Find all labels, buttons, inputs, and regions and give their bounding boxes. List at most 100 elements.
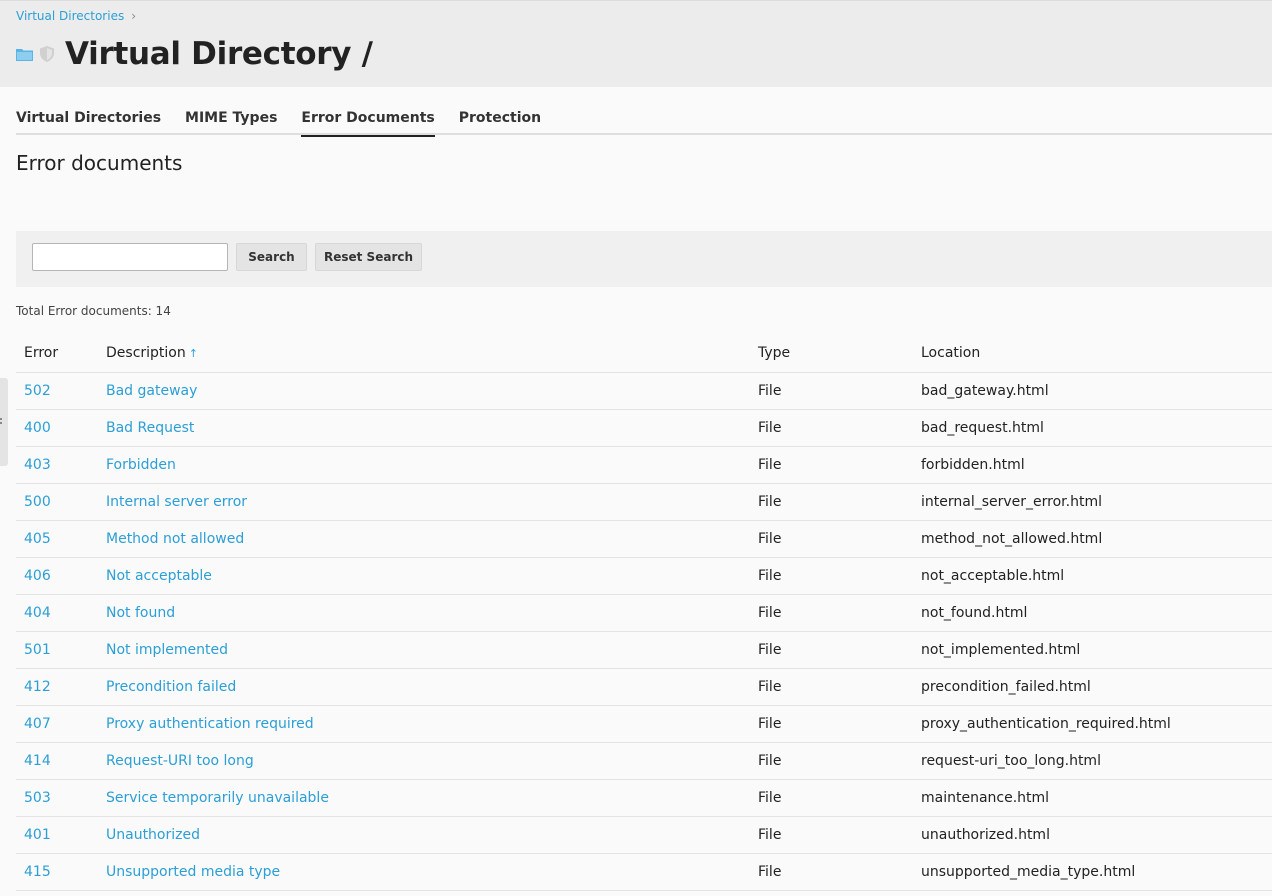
tab-virtual-directories[interactable]: Virtual Directories: [16, 103, 161, 135]
table-row: 400 Bad Request File bad_request.html: [16, 409, 1272, 447]
description-link[interactable]: Not implemented: [98, 631, 750, 669]
location-cell: not_found.html: [913, 594, 1272, 632]
page-header: Virtual Directories › Virtual Directory …: [0, 0, 1272, 87]
type-cell: File: [750, 631, 913, 669]
description-link[interactable]: Service temporarily unavailable: [98, 779, 750, 817]
description-link[interactable]: Internal server error: [98, 483, 750, 521]
search-input[interactable]: [32, 243, 228, 271]
location-cell: unsupported_media_type.html: [913, 853, 1272, 891]
error-code-link[interactable]: 501: [16, 631, 98, 669]
type-cell: File: [750, 520, 913, 558]
table-row: 415 Unsupported media type File unsupported…: [16, 853, 1272, 891]
location-cell: precondition_failed.html: [913, 668, 1272, 706]
table-row: 501 Not implemented File not_implemented.ht…: [16, 631, 1272, 669]
table-row: 403 Forbidden File forbidden.html: [16, 446, 1272, 484]
location-cell: forbidden.html: [913, 446, 1272, 484]
column-header-error[interactable]: Error: [16, 335, 98, 373]
tab-error-documents[interactable]: Error Documents: [301, 103, 435, 137]
search-button[interactable]: Search: [236, 243, 307, 271]
search-toolbar: Search Reset Search: [16, 231, 1272, 287]
location-cell: not_implemented.html: [913, 631, 1272, 669]
type-cell: File: [750, 372, 913, 410]
type-cell: File: [750, 816, 913, 854]
type-cell: File: [750, 779, 913, 817]
error-code-link[interactable]: 500: [16, 483, 98, 521]
error-code-link[interactable]: 415: [16, 853, 98, 891]
error-code-link[interactable]: 403: [16, 446, 98, 484]
table-row: 502 Bad gateway File bad_gateway.html: [16, 372, 1272, 410]
table-row: 405 Method not allowed File method_not_allo…: [16, 520, 1272, 558]
location-cell: unauthorized.html: [913, 816, 1272, 854]
sort-ascending-icon: ↑: [188, 347, 198, 361]
grip-icon: [0, 418, 3, 424]
tab-protection[interactable]: Protection: [459, 103, 541, 135]
error-code-link[interactable]: 407: [16, 705, 98, 743]
description-link[interactable]: Proxy authentication required: [98, 705, 750, 743]
breadcrumb: Virtual Directories ›: [16, 9, 136, 23]
side-panel-handle[interactable]: [0, 378, 8, 466]
location-cell: bad_request.html: [913, 409, 1272, 447]
type-cell: File: [750, 742, 913, 780]
error-code-link[interactable]: 405: [16, 520, 98, 558]
description-link[interactable]: Request-URI too long: [98, 742, 750, 780]
title-icons: [16, 46, 62, 62]
tab-bar: Virtual Directories MIME Types Error Doc…: [16, 103, 1272, 137]
column-header-location[interactable]: Location: [913, 335, 1272, 373]
description-link[interactable]: Precondition failed: [98, 668, 750, 706]
description-link[interactable]: Bad gateway: [98, 372, 750, 410]
description-link[interactable]: Method not allowed: [98, 520, 750, 558]
table-header-row: Error Description ↑ Type Location: [16, 335, 1272, 373]
column-header-description[interactable]: Description ↑: [98, 335, 750, 373]
shield-icon: [40, 46, 54, 62]
description-link[interactable]: Bad Request: [98, 409, 750, 447]
description-link[interactable]: Not found: [98, 594, 750, 632]
location-cell: proxy_authentication_required.html: [913, 705, 1272, 743]
table-row: 503 Service temporarily unavailable File ma…: [16, 779, 1272, 817]
chevron-right-icon: ›: [131, 9, 137, 23]
table-row: 414 Request-URI too long File request-uri_t…: [16, 742, 1272, 780]
type-cell: File: [750, 446, 913, 484]
error-code-link[interactable]: 414: [16, 742, 98, 780]
type-cell: File: [750, 557, 913, 595]
location-cell: request-uri_too_long.html: [913, 742, 1272, 780]
location-cell: maintenance.html: [913, 779, 1272, 817]
reset-search-button[interactable]: Reset Search: [315, 243, 422, 271]
type-cell: File: [750, 705, 913, 743]
title-row: Virtual Directory /: [16, 31, 373, 77]
tab-mime-types[interactable]: MIME Types: [185, 103, 277, 135]
description-link[interactable]: Not acceptable: [98, 557, 750, 595]
breadcrumb-link-virtual-directories[interactable]: Virtual Directories: [16, 9, 124, 23]
description-link[interactable]: Unsupported media type: [98, 853, 750, 891]
table-row: 404 Not found File not_found.html: [16, 594, 1272, 632]
type-cell: File: [750, 409, 913, 447]
error-documents-table: Error Description ↑ Type Location 502 Bad …: [16, 335, 1272, 891]
type-cell: File: [750, 483, 913, 521]
table-row: 500 Internal server error File internal_ser…: [16, 483, 1272, 521]
type-cell: File: [750, 668, 913, 706]
total-count: Total Error documents: 14: [16, 304, 171, 318]
error-code-link[interactable]: 503: [16, 779, 98, 817]
section-title: Error documents: [16, 151, 183, 175]
folder-icon: [16, 48, 33, 61]
table-row: 406 Not acceptable File not_acceptable.html: [16, 557, 1272, 595]
table-row: 401 Unauthorized File unauthorized.html: [16, 816, 1272, 854]
column-header-description-label: Description: [106, 345, 186, 362]
type-cell: File: [750, 853, 913, 891]
location-cell: method_not_allowed.html: [913, 520, 1272, 558]
error-code-link[interactable]: 401: [16, 816, 98, 854]
description-link[interactable]: Unauthorized: [98, 816, 750, 854]
error-code-link[interactable]: 400: [16, 409, 98, 447]
type-cell: File: [750, 594, 913, 632]
error-code-link[interactable]: 406: [16, 557, 98, 595]
location-cell: internal_server_error.html: [913, 483, 1272, 521]
location-cell: not_acceptable.html: [913, 557, 1272, 595]
description-link[interactable]: Forbidden: [98, 446, 750, 484]
error-code-link[interactable]: 502: [16, 372, 98, 410]
error-code-link[interactable]: 412: [16, 668, 98, 706]
table-row: 407 Proxy authentication required File prox…: [16, 705, 1272, 743]
error-code-link[interactable]: 404: [16, 594, 98, 632]
location-cell: bad_gateway.html: [913, 372, 1272, 410]
column-header-type[interactable]: Type: [750, 335, 913, 373]
page-title: Virtual Directory /: [65, 36, 373, 72]
table-row: 412 Precondition failed File precondition_f…: [16, 668, 1272, 706]
